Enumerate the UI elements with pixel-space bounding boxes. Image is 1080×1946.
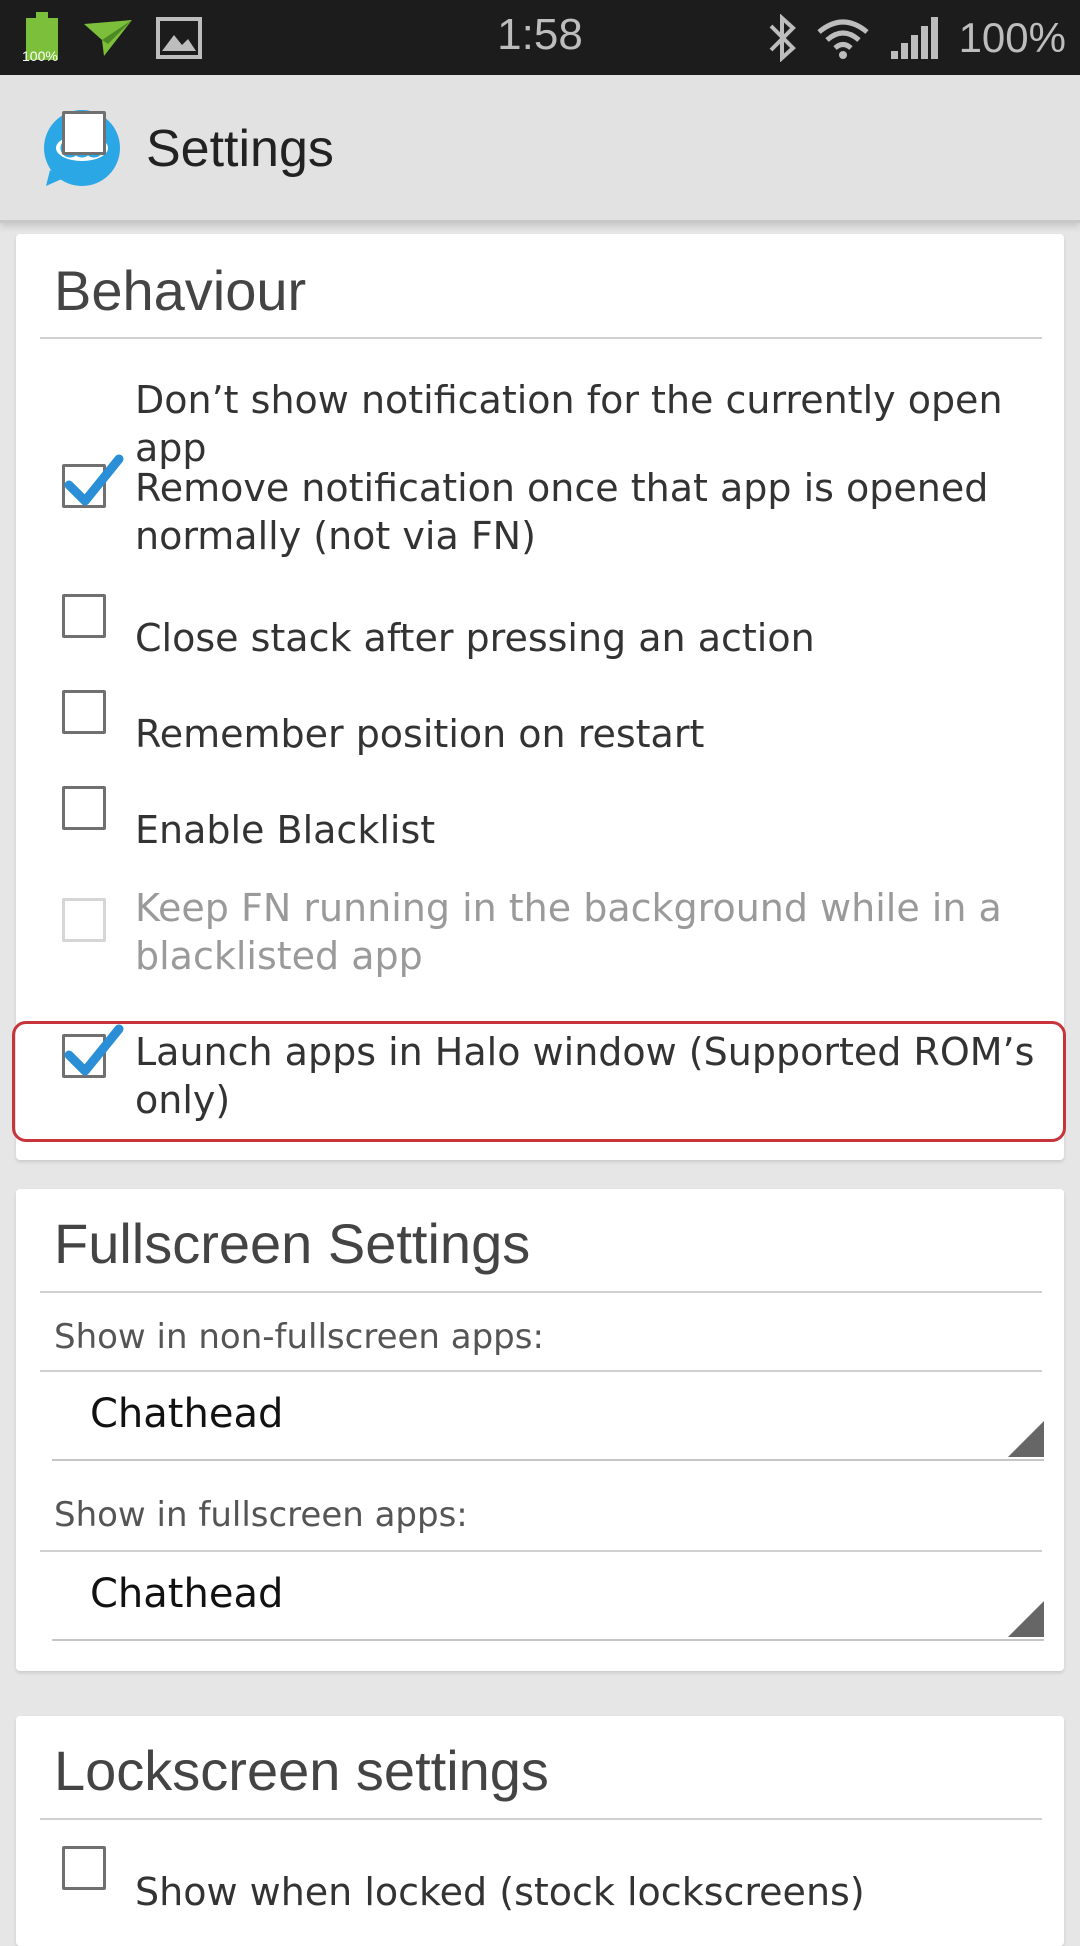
non-fullscreen-spinner[interactable]: Chathead [52,1381,1044,1461]
pref-label: Remember position on restart [135,712,705,756]
pref-close-stack[interactable]: Close stack after pressing an action [16,594,1064,674]
non-fullscreen-label: Show in non-fullscreen apps: [54,1317,544,1357]
checkbox[interactable] [62,1846,106,1890]
divider [40,1370,1042,1372]
lockscreen-title: Lockscreen settings [54,1739,549,1802]
behaviour-title: Behaviour [54,259,307,322]
spinner-value: Chathead [90,1391,284,1437]
dropdown-arrow-icon [1008,1421,1044,1457]
signal-icon [890,17,938,59]
fullscreen-title: Fullscreen Settings [54,1212,531,1275]
status-right-icons: 100% [767,12,1066,64]
spinner-value: Chathead [90,1571,284,1617]
divider [40,1818,1042,1820]
pref-remember-position[interactable]: Remember position on restart [16,690,1064,770]
battery-percent: 100% [958,14,1066,61]
divider [40,337,1042,339]
action-bar: Settings [0,75,1080,223]
bluetooth-icon [769,14,796,62]
pref-show-when-locked[interactable]: Show when locked (stock lockscreens) [16,1846,1064,1926]
fullscreen-card: Fullscreen Settings Show in non-fullscre… [16,1189,1064,1671]
lockscreen-card: Lockscreen settings Show when locked (st… [16,1716,1064,1946]
checkbox[interactable] [62,594,106,638]
highlight-annotation [12,1021,1066,1142]
status-bar: 100% 1:58 100% [0,0,1080,75]
fullscreen-spinner[interactable]: Chathead [52,1561,1044,1641]
pref-keep-fn-running: Keep FN running in the background while … [16,886,1064,1008]
divider [40,1550,1042,1552]
pref-label: Enable Blacklist [135,808,436,852]
checkbox[interactable] [62,454,124,508]
pref-label: Keep FN running in the background while … [135,886,1002,978]
pref-dont-show-notification[interactable]: Don’t show notification for the currentl… [16,111,1064,470]
fullscreen-label: Show in fullscreen apps: [54,1495,468,1535]
checkbox[interactable] [62,111,106,155]
page-title: Settings [146,120,334,178]
pref-label: Don’t show notification for the currentl… [135,378,1003,470]
pref-label: Close stack after pressing an action [135,616,815,660]
checkbox [62,898,106,942]
dropdown-arrow-icon [1008,1601,1044,1637]
pref-enable-blacklist[interactable]: Enable Blacklist [16,786,1064,866]
checkbox[interactable] [62,690,106,734]
pref-remove-notification[interactable]: Remove notification once that app is ope… [16,454,1064,574]
checkbox[interactable] [62,786,106,830]
pref-label: Remove notification once that app is ope… [135,466,989,558]
check-icon [64,454,124,506]
divider [40,1291,1042,1293]
wifi-icon [816,19,869,59]
pref-label: Show when locked (stock lockscreens) [135,1870,865,1914]
